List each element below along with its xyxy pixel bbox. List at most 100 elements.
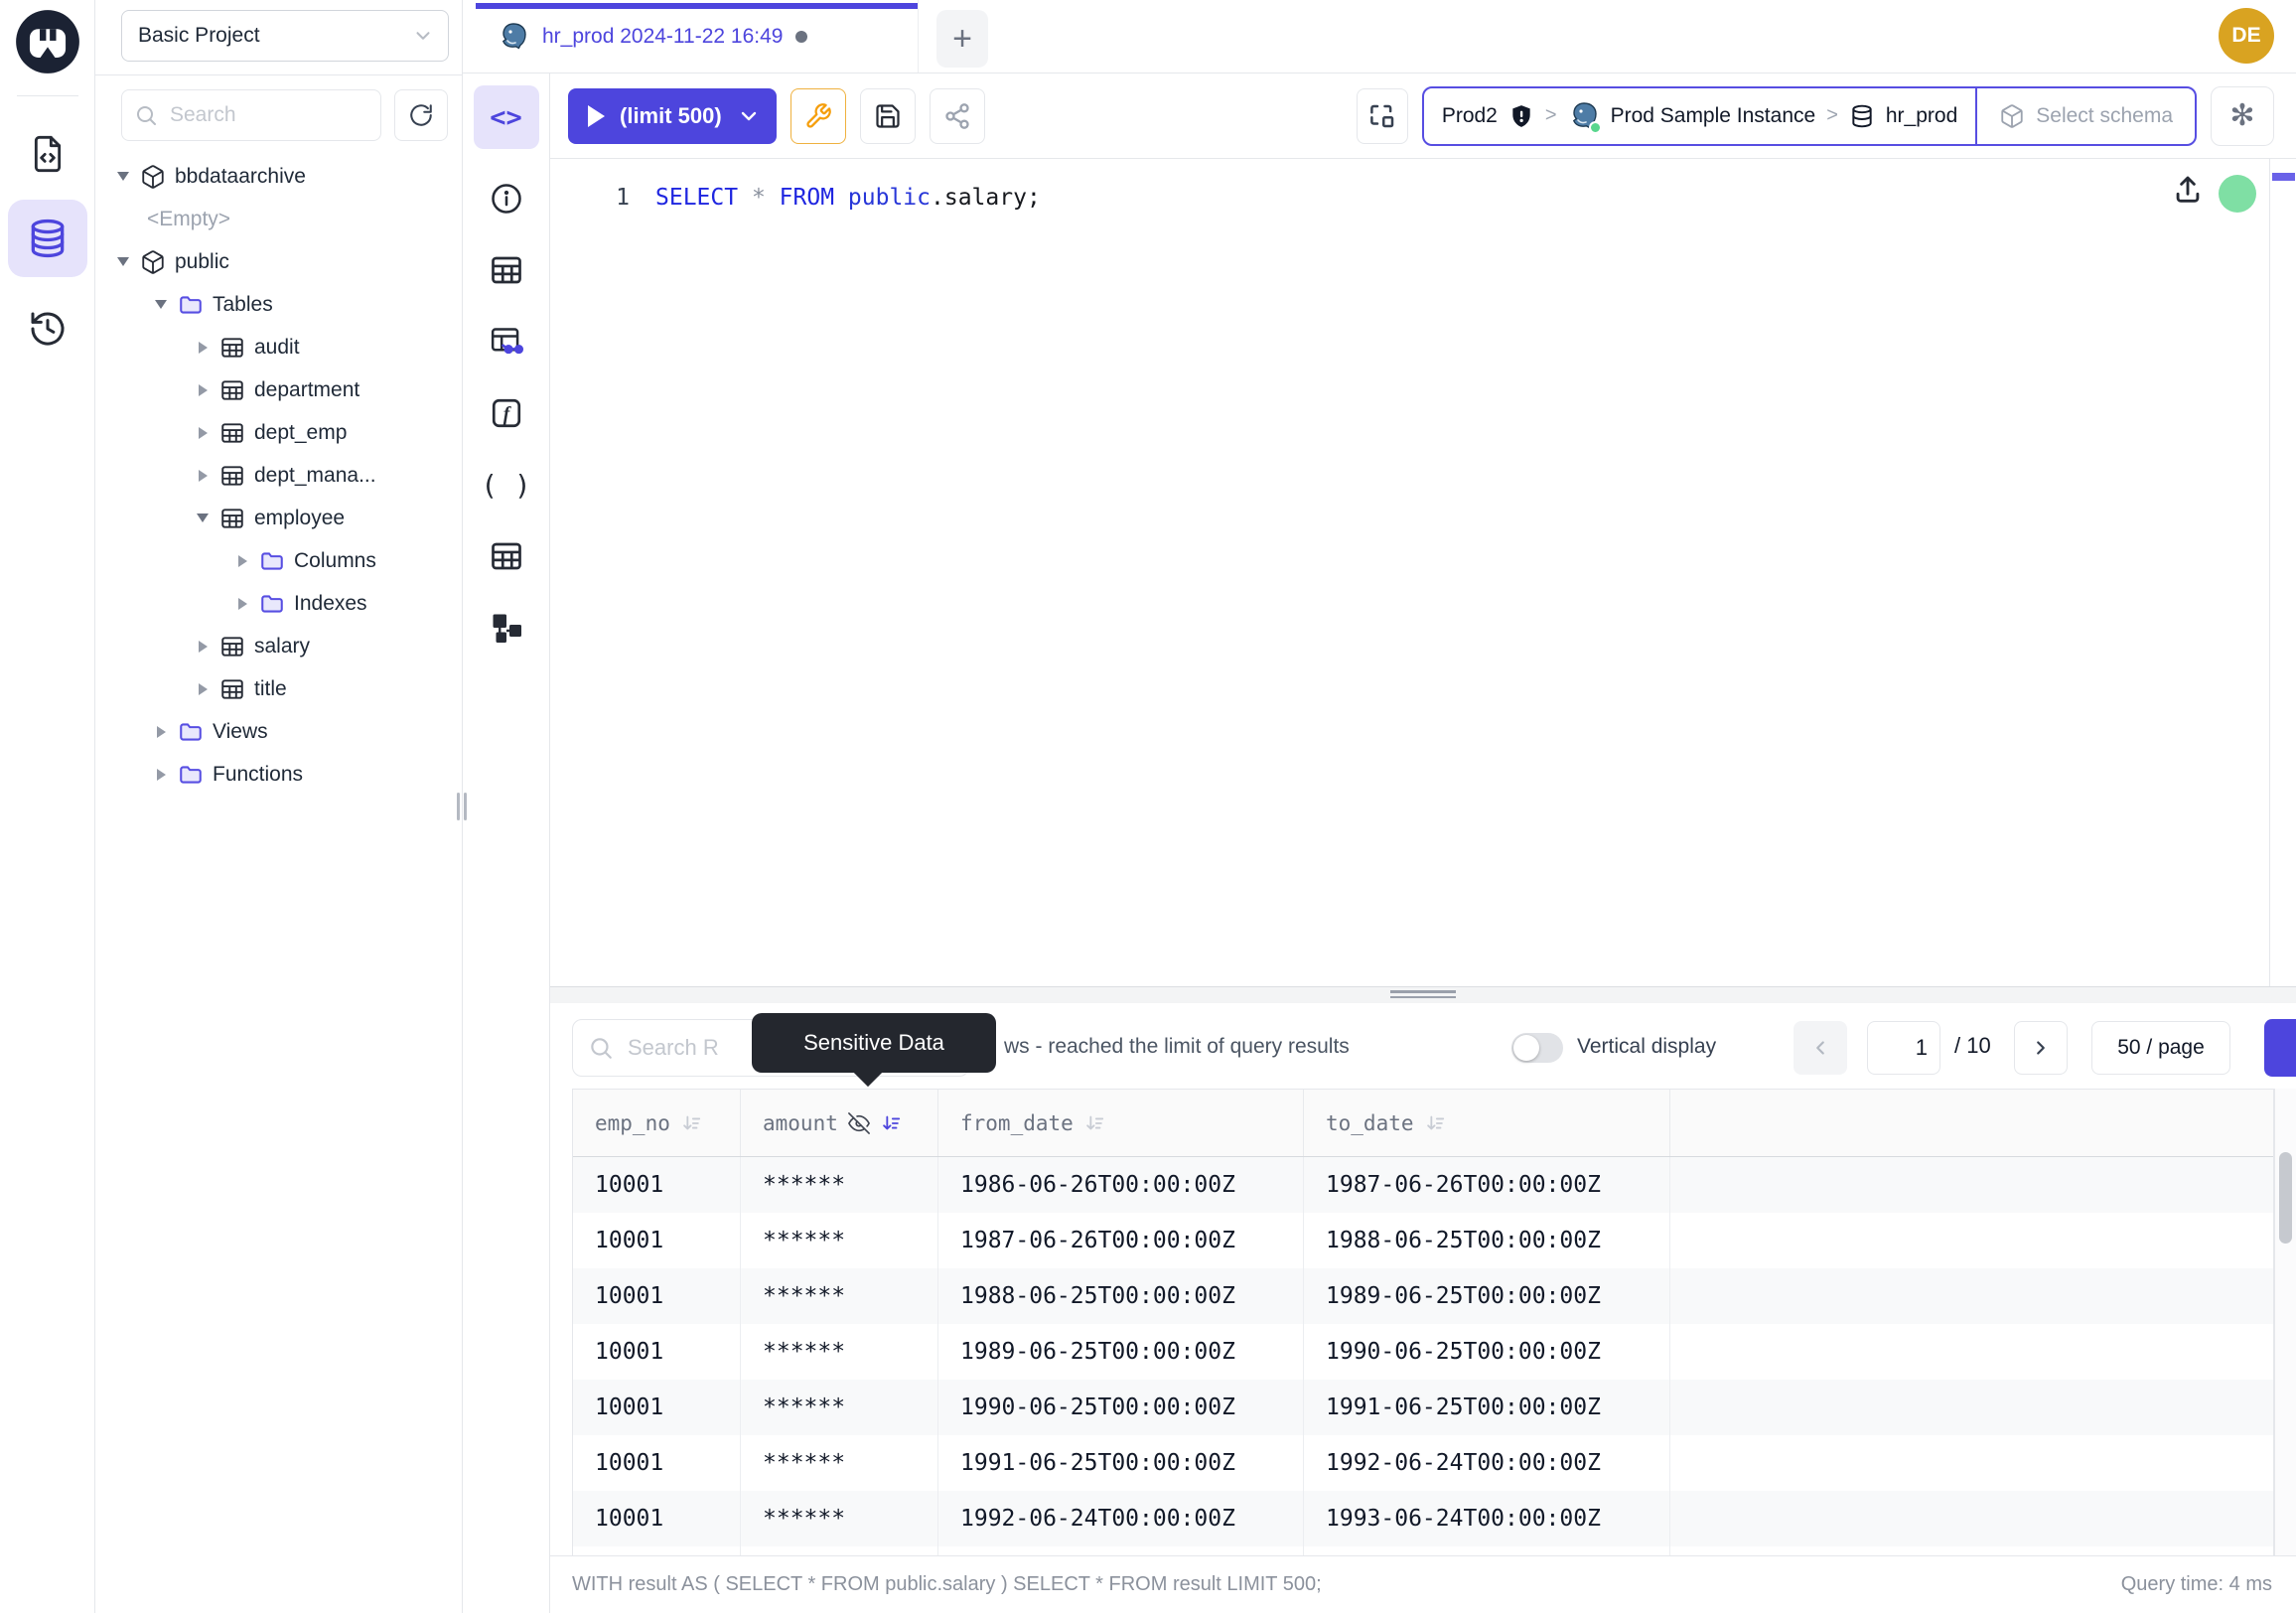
- caret-right-icon[interactable]: [195, 342, 211, 354]
- database-icon: [1849, 103, 1875, 129]
- share-icon: [943, 102, 971, 130]
- project-select[interactable]: Basic Project: [121, 10, 449, 62]
- caret-right-icon[interactable]: [153, 726, 169, 738]
- tree-item-audit[interactable]: audit: [95, 326, 462, 368]
- export-button[interactable]: [2264, 1019, 2296, 1077]
- chevron-down-icon: [412, 25, 434, 47]
- databases-nav-icon[interactable]: [8, 200, 87, 277]
- caret-down-icon[interactable]: [195, 513, 211, 522]
- chevron-down-icon[interactable]: [737, 104, 761, 128]
- tree-item-salary[interactable]: salary: [95, 625, 462, 667]
- connection-breadcrumb[interactable]: Prod2 > Prod Sample Instance > hr_prod: [1422, 86, 2197, 146]
- column-header-to-date[interactable]: to_date: [1304, 1090, 1670, 1156]
- save-button[interactable]: [860, 88, 916, 144]
- caret-right-icon[interactable]: [195, 683, 211, 695]
- new-tab-button[interactable]: +: [936, 10, 988, 68]
- caret-right-icon[interactable]: [234, 598, 250, 610]
- upload-icon[interactable]: [2171, 173, 2205, 207]
- tree-search-box[interactable]: [121, 89, 381, 141]
- cell-empty: [1670, 1546, 2273, 1555]
- schema-diagram-icon[interactable]: [483, 606, 530, 650]
- function-icon[interactable]: f: [483, 391, 530, 435]
- cell-emp-no: 10001: [573, 1324, 741, 1380]
- tree-item-title[interactable]: title: [95, 667, 462, 710]
- tree-item-dept-manager[interactable]: dept_mana...: [95, 454, 462, 497]
- table-scrollbar[interactable]: [2274, 1089, 2296, 1555]
- sort-icon[interactable]: [680, 1112, 702, 1134]
- sheet-table-icon[interactable]: [483, 534, 530, 578]
- history-nav-icon[interactable]: [16, 299, 79, 359]
- cell-to-date: 1989-06-25T00:00:00Z: [1304, 1268, 1670, 1324]
- caret-down-icon[interactable]: [115, 257, 131, 266]
- table-row[interactable]: 10001 ****** 1990-06-25T00:00:00Z 1991-0…: [573, 1380, 2273, 1435]
- cell-from-date: 1989-06-25T00:00:00Z: [938, 1324, 1304, 1380]
- panel-resize-handle[interactable]: [457, 793, 467, 820]
- sql-code-line[interactable]: SELECT * FROM public.salary;: [655, 185, 1041, 211]
- tree-search-input[interactable]: [168, 102, 347, 128]
- parentheses-icon[interactable]: ( ): [483, 463, 530, 507]
- caret-right-icon[interactable]: [195, 641, 211, 653]
- page-size-select[interactable]: 50 / page: [2091, 1021, 2230, 1075]
- run-query-button[interactable]: (limit 500): [568, 88, 777, 144]
- tree-item-columns[interactable]: Columns: [95, 539, 462, 582]
- tree-item-indexes[interactable]: Indexes: [95, 582, 462, 625]
- select-schema-button[interactable]: Select schema: [1977, 88, 2195, 144]
- column-header-from-date[interactable]: from_date: [938, 1090, 1304, 1156]
- tree-item-department[interactable]: department: [95, 368, 462, 411]
- tree-item-functions[interactable]: Functions: [95, 753, 462, 796]
- tab-hr-prod[interactable]: hr_prod 2024-11-22 16:49: [476, 0, 919, 73]
- scrollbar-thumb[interactable]: [2279, 1152, 2292, 1244]
- caret-right-icon[interactable]: [195, 470, 211, 482]
- user-avatar[interactable]: DE: [2219, 8, 2274, 64]
- tree-item-dept-emp[interactable]: dept_emp: [95, 411, 462, 454]
- caret-right-icon[interactable]: [195, 427, 211, 439]
- table-row[interactable]: 10001 ****** 1993-06-24T00:00:00Z 1994-0…: [573, 1546, 2273, 1555]
- table-row[interactable]: 10001 ****** 1992-06-24T00:00:00Z 1993-0…: [573, 1491, 2273, 1546]
- refresh-schema-button[interactable]: [394, 89, 448, 141]
- vertical-display-toggle[interactable]: [1511, 1033, 1563, 1063]
- sort-icon-active[interactable]: [880, 1112, 902, 1134]
- sort-icon[interactable]: [1083, 1112, 1105, 1134]
- page-number-input[interactable]: [1867, 1021, 1940, 1075]
- tree-item-employee[interactable]: employee: [95, 497, 462, 539]
- eye-off-icon[interactable]: [848, 1112, 870, 1134]
- info-icon[interactable]: [483, 177, 530, 220]
- next-page-button[interactable]: [2014, 1021, 2068, 1075]
- previous-page-button[interactable]: [1794, 1021, 1847, 1075]
- table-row[interactable]: 10001 ****** 1989-06-25T00:00:00Z 1990-0…: [573, 1324, 2273, 1380]
- bytebase-logo-icon[interactable]: [14, 8, 81, 75]
- share-button[interactable]: [930, 88, 985, 144]
- batch-query-button[interactable]: [1357, 88, 1408, 144]
- table-panel-icon[interactable]: [483, 248, 530, 292]
- table-row[interactable]: 10001 ****** 1987-06-26T00:00:00Z 1988-0…: [573, 1213, 2273, 1268]
- sql-editor[interactable]: 1 SELECT * FROM public.salary;: [550, 159, 2296, 986]
- tree-item-tables[interactable]: Tables: [95, 283, 462, 326]
- table-row[interactable]: 10001 ****** 1991-06-25T00:00:00Z 1992-0…: [573, 1435, 2273, 1491]
- database-label: hr_prod: [1886, 104, 1957, 128]
- column-header-emp-no[interactable]: emp_no: [573, 1090, 741, 1156]
- ai-assistant-button[interactable]: ✻: [2211, 86, 2274, 146]
- caret-down-icon[interactable]: [115, 172, 131, 181]
- tree-search-row: [95, 75, 462, 141]
- masked-data-icon[interactable]: [483, 320, 530, 364]
- table-icon: [219, 676, 245, 702]
- editor-scrollbar[interactable]: [2269, 159, 2296, 986]
- editor-side-rail: <> f ( ): [463, 73, 550, 1613]
- code-view-button[interactable]: <>: [474, 85, 539, 149]
- tree-item-public[interactable]: public: [95, 240, 462, 283]
- caret-right-icon[interactable]: [153, 769, 169, 781]
- tree-item-bbdataarchive[interactable]: bbdataarchive: [95, 155, 462, 198]
- table-row[interactable]: 10001 ****** 1988-06-25T00:00:00Z 1989-0…: [573, 1268, 2273, 1324]
- breadcrumb[interactable]: Prod2 > Prod Sample Instance > hr_prod: [1424, 88, 1975, 144]
- sort-icon[interactable]: [1424, 1112, 1446, 1134]
- worksheets-nav-icon[interactable]: [16, 124, 79, 184]
- caret-right-icon[interactable]: [195, 384, 211, 396]
- caret-down-icon[interactable]: [153, 300, 169, 309]
- table-row[interactable]: 10001 ****** 1986-06-26T00:00:00Z 1987-0…: [573, 1157, 2273, 1213]
- caret-right-icon[interactable]: [234, 555, 250, 567]
- sql-operator: *: [752, 185, 766, 211]
- split-drag-handle[interactable]: [1390, 990, 1456, 1001]
- format-wrench-button[interactable]: [790, 88, 846, 144]
- tree-item-views[interactable]: Views: [95, 710, 462, 753]
- column-header-amount[interactable]: amount: [741, 1090, 938, 1156]
